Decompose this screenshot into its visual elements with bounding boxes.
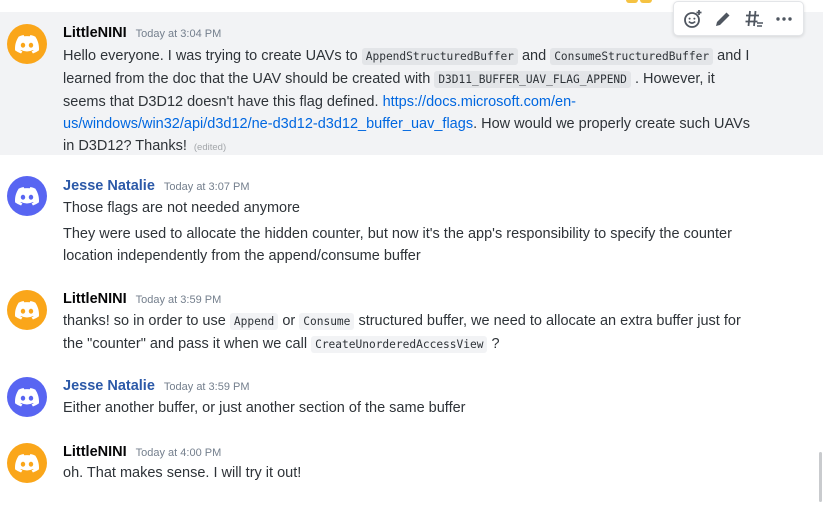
edited-label[interactable]: (edited): [194, 142, 226, 153]
message-content: Either another buffer, or just another s…: [63, 400, 466, 416]
scrollbar-thumb[interactable]: [819, 452, 822, 502]
chat-message-list[interactable]: LittleNINI Today at 3:04 PM Hello everyo…: [0, 0, 823, 505]
discord-logo-icon: [15, 186, 39, 205]
inline-code: Append: [229, 313, 279, 330]
message-author[interactable]: LittleNINI: [63, 291, 127, 307]
avatar[interactable]: [7, 24, 47, 64]
avatar[interactable]: [7, 290, 47, 330]
avatar[interactable]: [7, 443, 47, 483]
inline-code: Consume: [299, 313, 355, 330]
reaction-peek-left: [626, 0, 638, 3]
message-content: Hello everyone. I was trying to create U…: [63, 48, 751, 154]
message-timestamp[interactable]: Today at 3:59 PM: [164, 381, 250, 393]
message-content: They were used to allocate the hidden co…: [63, 226, 732, 264]
add-reaction-icon: [684, 9, 702, 28]
more-options-button[interactable]: [770, 5, 798, 33]
add-reaction-button[interactable]: [679, 5, 707, 33]
create-thread-button[interactable]: [740, 5, 768, 33]
discord-logo-icon: [15, 34, 39, 53]
message-author[interactable]: Jesse Natalie: [63, 378, 155, 394]
discord-logo-icon: [15, 387, 39, 406]
message-author[interactable]: LittleNINI: [63, 444, 127, 460]
inline-code: AppendStructuredBuffer: [361, 48, 518, 65]
message-content: oh. That makes sense. I will try it out!: [63, 465, 302, 481]
discord-logo-icon: [15, 300, 39, 319]
inline-code: D3D11_BUFFER_UAV_FLAG_APPEND: [434, 71, 631, 88]
message-item[interactable]: Jesse Natalie Today at 3:07 PM Those fla…: [0, 170, 823, 270]
discord-logo-icon: [15, 453, 39, 472]
message-content: Those flags are not needed anymore: [63, 200, 300, 216]
avatar[interactable]: [7, 377, 47, 417]
edit-pencil-icon: [716, 12, 730, 26]
more-dots-icon: [776, 16, 792, 21]
message-timestamp[interactable]: Today at 4:00 PM: [136, 447, 222, 459]
avatar[interactable]: [7, 176, 47, 216]
message-timestamp[interactable]: Today at 3:59 PM: [136, 294, 222, 306]
edit-button[interactable]: [709, 5, 737, 33]
message-item[interactable]: Jesse Natalie Today at 3:59 PM Either an…: [0, 370, 823, 428]
inline-code: ConsumeStructuredBuffer: [550, 48, 714, 65]
reaction-peek-right: [640, 0, 652, 3]
message-content: thanks! so in order to use Append or Con…: [63, 313, 741, 353]
message-item[interactable]: LittleNINI Today at 4:00 PM oh. That mak…: [0, 434, 823, 494]
inline-code: CreateUnorderedAccessView: [311, 336, 488, 353]
message-action-toolbar: [673, 1, 804, 36]
message-timestamp[interactable]: Today at 3:04 PM: [136, 28, 222, 40]
message-item[interactable]: LittleNINI Today at 3:59 PM thanks! so i…: [0, 282, 823, 362]
message-timestamp[interactable]: Today at 3:07 PM: [164, 181, 250, 193]
message-author[interactable]: LittleNINI: [63, 25, 127, 41]
thread-icon: [745, 10, 763, 27]
message-author[interactable]: Jesse Natalie: [63, 178, 155, 194]
